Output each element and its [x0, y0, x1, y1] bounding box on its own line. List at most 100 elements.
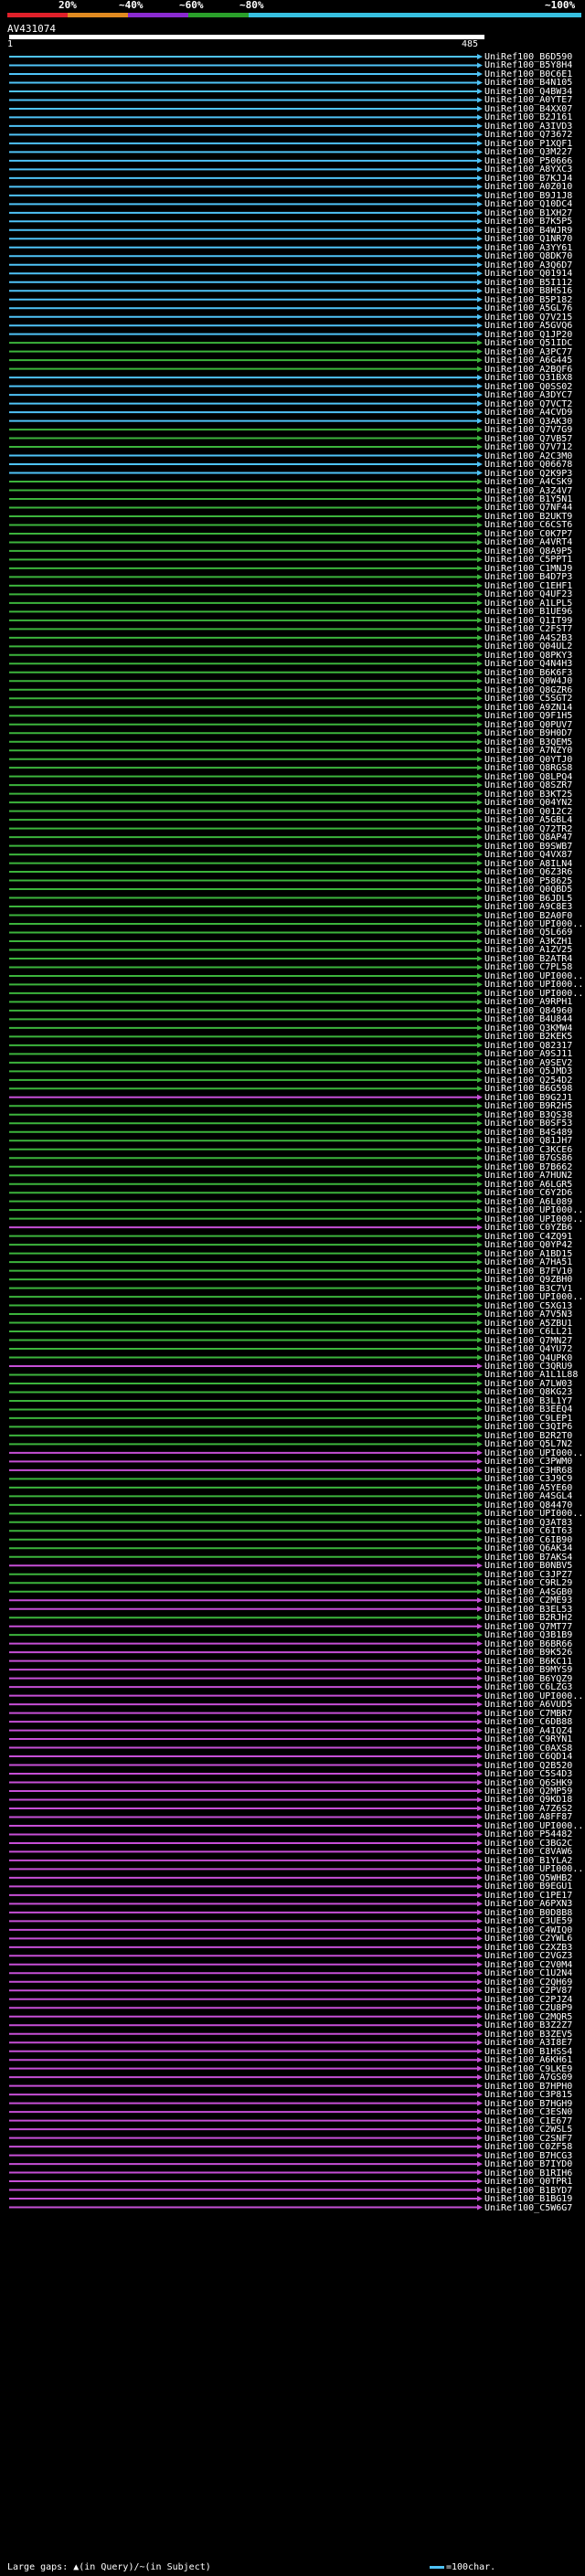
hit-label[interactable]: UniRef100_C5W6G7 — [484, 2203, 572, 2213]
hit-arrow-icon — [477, 461, 483, 468]
hit-arrow-icon — [477, 565, 483, 571]
hit-arrow-icon — [477, 1857, 483, 1863]
hit-arrow-icon — [477, 80, 483, 86]
hit-arrow-icon — [477, 1874, 483, 1881]
hit-arrow-icon — [477, 244, 483, 250]
hit-arrow-icon — [477, 1277, 483, 1283]
hit-arrow-icon — [477, 2144, 483, 2150]
hit-arrow-icon — [477, 738, 483, 745]
hit-arrow-icon — [477, 704, 483, 710]
hit-arrow-icon — [477, 132, 483, 138]
hit-arrow-icon — [477, 765, 483, 771]
hit-arrow-icon — [477, 157, 483, 164]
hit-arrow-icon — [477, 452, 483, 459]
hit-arrow-icon — [477, 495, 483, 502]
hit-arrow-icon — [477, 852, 483, 858]
hit-arrow-icon — [477, 1406, 483, 1413]
hit-arrow-icon — [477, 1129, 483, 1135]
hit-arrow-icon — [477, 912, 483, 918]
hit-arrow-icon — [477, 877, 483, 884]
hit-arrow-icon — [477, 1615, 483, 1621]
hit-arrow-icon — [477, 1024, 483, 1031]
hit-arrow-icon — [477, 1744, 483, 1751]
hit-arrow-icon — [477, 782, 483, 789]
hit-arrow-icon — [477, 218, 483, 225]
hit-arrow-icon — [477, 1372, 483, 1378]
hit-arrow-icon — [477, 756, 483, 762]
hit-arrow-icon — [477, 617, 483, 623]
hit-arrow-icon — [477, 383, 483, 389]
hit-arrow-icon — [477, 1684, 483, 1691]
hit-arrow-icon — [477, 1224, 483, 1231]
hit-arrow-icon — [477, 140, 483, 146]
hit-arrow-icon — [477, 1432, 483, 1438]
hit-arrow-icon — [477, 1719, 483, 1725]
hit-arrow-icon — [477, 1190, 483, 1196]
hit-arrow-icon — [477, 1076, 483, 1083]
hit-arrow-icon — [477, 721, 483, 727]
hit-arrow-icon — [477, 331, 483, 337]
hit-arrow-icon — [477, 236, 483, 242]
hit-arrow-icon — [477, 1553, 483, 1560]
hit-arrow-icon — [477, 955, 483, 961]
hit-arrow-icon — [477, 522, 483, 528]
hit-arrow-icon — [477, 444, 483, 451]
hit-arrow-icon — [477, 88, 483, 94]
hit-arrow-icon — [477, 340, 483, 346]
hit-arrow-icon — [477, 1822, 483, 1829]
hit-arrow-icon — [477, 122, 483, 129]
hit-arrow-icon — [477, 1294, 483, 1300]
hit-arrow-icon — [477, 1397, 483, 1404]
legend: Large gaps: ▲(in Query)/~(in Subject) =1… — [0, 2562, 585, 2576]
hit-arrow-icon — [477, 1424, 483, 1430]
hit-arrow-icon — [477, 2204, 483, 2210]
hit-arrow-icon — [477, 1138, 483, 1144]
hit-arrow-icon — [477, 1267, 483, 1274]
hit-arrow-icon — [477, 1233, 483, 1239]
hit-arrow-icon — [477, 1449, 483, 1456]
hit-arrow-icon — [477, 2040, 483, 2046]
hit-arrow-icon — [477, 1259, 483, 1266]
hit-arrow-icon — [477, 435, 483, 441]
hit-arrow-icon — [477, 972, 483, 979]
hit-arrow-icon — [477, 686, 483, 693]
hit-arrow-icon — [477, 981, 483, 988]
hit-arrow-icon — [477, 1710, 483, 1716]
hit-arrow-icon — [477, 2100, 483, 2106]
hit-arrow-icon — [477, 1701, 483, 1708]
hit-arrow-icon — [477, 582, 483, 588]
hit-arrow-icon — [477, 366, 483, 372]
hit-arrow-icon — [477, 1849, 483, 1855]
hit-arrow-icon — [477, 1302, 483, 1309]
hit-arrow-icon — [477, 1094, 483, 1100]
hit-arrow-icon — [477, 547, 483, 554]
hit-arrow-icon — [477, 713, 483, 719]
hit-arrow-icon — [477, 921, 483, 927]
hit-arrow-icon — [477, 695, 483, 702]
hit-arrow-icon — [477, 1536, 483, 1542]
hit-arrow-icon — [477, 1667, 483, 1673]
hit-arrow-icon — [477, 652, 483, 658]
hit-arrow-icon — [477, 305, 483, 312]
hit-arrow-icon — [477, 1415, 483, 1421]
hit-arrow-icon — [477, 296, 483, 302]
hit-arrow-icon — [477, 1953, 483, 1959]
hit-arrow-icon — [477, 869, 483, 875]
hit-arrow-icon — [477, 54, 483, 59]
hit-arrow-icon — [477, 1120, 483, 1127]
hit-arrow-icon — [477, 400, 483, 407]
hit-arrow-icon — [477, 557, 483, 563]
hit-arrow-icon — [477, 1779, 483, 1786]
hit-arrow-icon — [477, 70, 483, 77]
hit-arrow-icon — [477, 1996, 483, 2002]
hit-arrow-icon — [477, 418, 483, 424]
hit-arrow-icon — [477, 1606, 483, 1612]
hit-arrow-icon — [477, 1814, 483, 1820]
hit-arrow-icon — [477, 1476, 483, 1482]
hit-arrow-icon — [477, 773, 483, 779]
hit-arrow-icon — [477, 1329, 483, 1335]
hit-arrow-icon — [477, 2013, 483, 2019]
hit-arrow-icon — [477, 730, 483, 737]
hit-arrow-icon — [477, 1909, 483, 1915]
hit-arrow-icon — [477, 669, 483, 675]
